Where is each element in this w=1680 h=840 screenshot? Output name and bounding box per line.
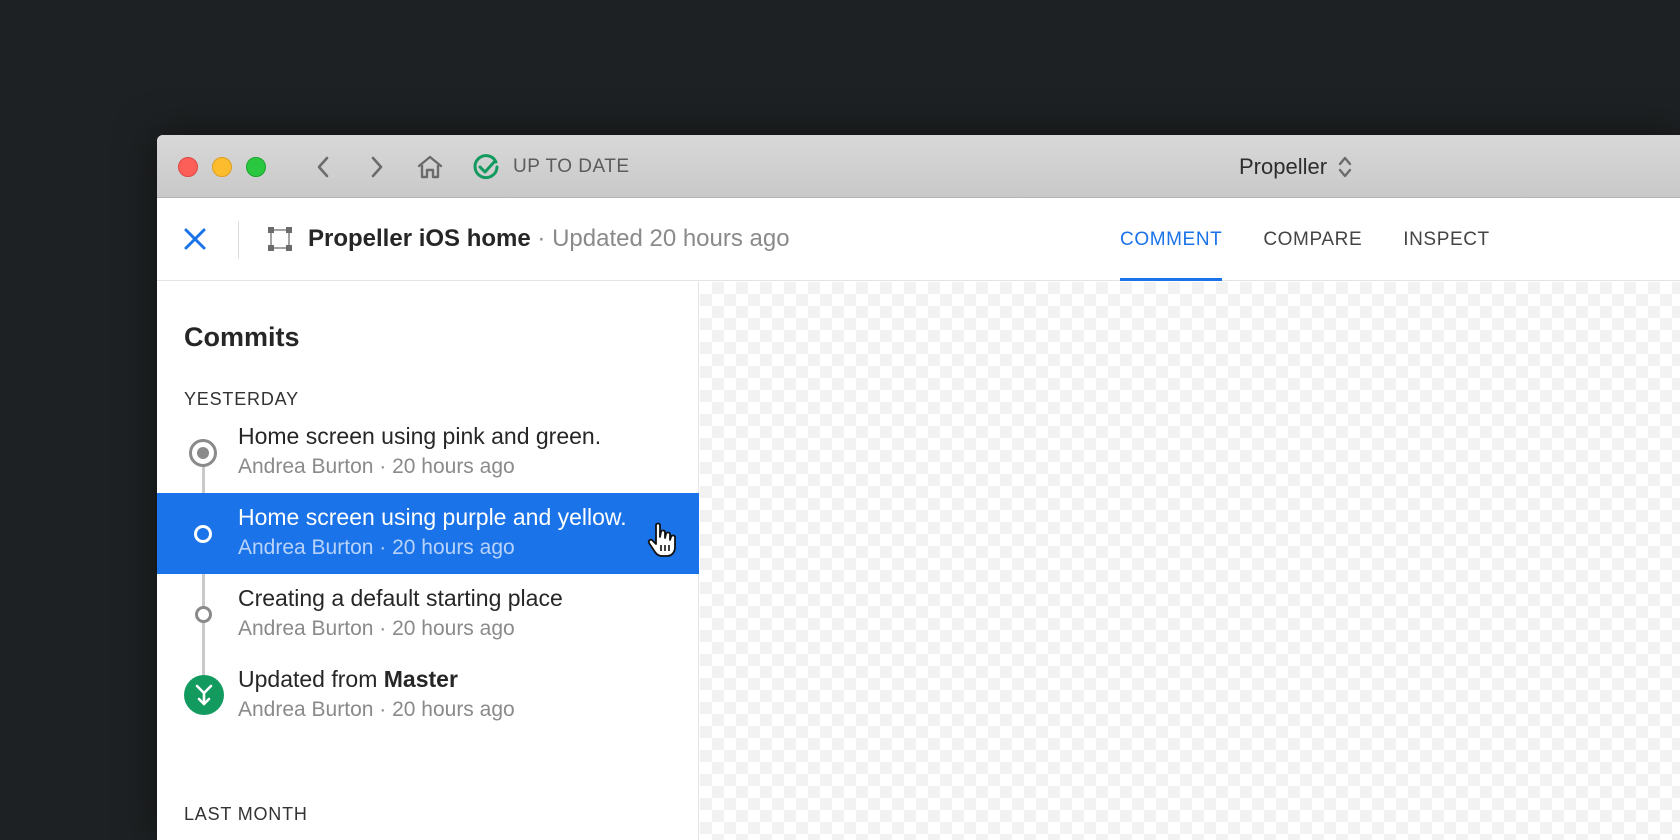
group-label-last-month: LAST MONTH bbox=[184, 804, 308, 824]
document-updated: Updated 20 hours ago bbox=[552, 225, 790, 252]
home-icon bbox=[417, 155, 443, 179]
page-title: Propeller iOS home · Updated 20 hours ag… bbox=[308, 225, 790, 253]
commit-meta: Andrea Burton · 20 hours ago bbox=[238, 617, 515, 640]
project-name: Propeller bbox=[1239, 154, 1328, 179]
hand-pointer-icon bbox=[647, 522, 676, 557]
up-to-date-check-icon bbox=[473, 154, 499, 180]
project-switcher[interactable]: Propeller bbox=[1239, 153, 1353, 181]
chevron-right-icon bbox=[371, 156, 383, 178]
selected-node-icon bbox=[194, 525, 212, 543]
commit-title-branch: Master bbox=[383, 666, 458, 692]
title-bar: UP TO DATE Propeller bbox=[157, 135, 1680, 198]
app-window: UP TO DATE Propeller Propeller iOS home … bbox=[157, 135, 1680, 840]
commits-sidebar: Commits YESTERDAY Home screen using pink… bbox=[157, 282, 699, 840]
commit-item[interactable]: Updated from Master Andrea Burton · 20 h… bbox=[157, 655, 699, 736]
sync-status-label: UP TO DATE bbox=[513, 156, 630, 177]
sidebar-title: Commits bbox=[184, 322, 300, 352]
commit-meta: Andrea Burton · 20 hours ago bbox=[238, 536, 515, 559]
window-close-button[interactable] bbox=[178, 157, 198, 177]
artboard-icon bbox=[268, 227, 292, 251]
tab-comment[interactable]: COMMENT bbox=[1120, 198, 1223, 281]
group-label-yesterday: YESTERDAY bbox=[184, 389, 299, 409]
chevron-up-down-icon bbox=[1338, 156, 1352, 178]
design-canvas[interactable] bbox=[700, 282, 1680, 840]
commit-title-prefix: Updated from bbox=[238, 666, 384, 692]
title-separator: · bbox=[530, 225, 553, 252]
commit-meta: Andrea Burton · 20 hours ago bbox=[238, 698, 515, 721]
home-button[interactable] bbox=[416, 153, 444, 181]
merge-icon bbox=[184, 675, 224, 715]
commit-item[interactable]: Home screen using pink and green. Andrea… bbox=[157, 412, 699, 493]
commit-item-selected[interactable]: Home screen using purple and yellow. And… bbox=[157, 493, 699, 574]
close-icon[interactable] bbox=[181, 225, 209, 253]
chevron-left-icon bbox=[317, 156, 329, 178]
window-maximize-button[interactable] bbox=[246, 157, 266, 177]
mode-tabs: COMMENT COMPARE INSPECT bbox=[1120, 198, 1531, 281]
tab-inspect[interactable]: INSPECT bbox=[1403, 198, 1490, 281]
forward-button[interactable] bbox=[363, 153, 391, 181]
commit-title: Creating a default starting place bbox=[238, 585, 563, 611]
window-minimize-button[interactable] bbox=[212, 157, 232, 177]
head-icon bbox=[189, 439, 217, 467]
back-button[interactable] bbox=[309, 153, 337, 181]
tab-compare[interactable]: COMPARE bbox=[1263, 198, 1362, 281]
commit-title: Home screen using purple and yellow. bbox=[238, 504, 627, 530]
document-name: Propeller iOS home bbox=[308, 225, 531, 252]
commit-title: Updated from Master bbox=[238, 666, 458, 693]
commit-item[interactable]: Creating a default starting place Andrea… bbox=[157, 574, 699, 655]
commit-meta: Andrea Burton · 20 hours ago bbox=[238, 455, 515, 478]
commit-title: Home screen using pink and green. bbox=[238, 423, 602, 449]
header-divider bbox=[238, 221, 239, 259]
commit-node-icon bbox=[195, 606, 212, 623]
document-header: Propeller iOS home · Updated 20 hours ag… bbox=[157, 198, 1680, 281]
